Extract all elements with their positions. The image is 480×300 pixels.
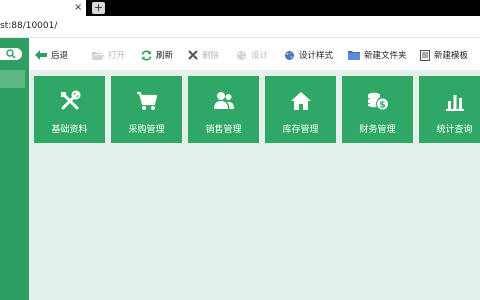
refresh-label: 刷新	[156, 51, 174, 61]
svg-text:$: $	[379, 101, 385, 111]
refresh-icon	[141, 50, 152, 60]
tile-label: 库存管理	[282, 125, 319, 135]
design-label: 设计	[251, 51, 269, 61]
tile-inventory[interactable]: 库存管理	[265, 76, 336, 143]
delete-label: 删除	[202, 51, 220, 61]
template-doc-icon	[420, 49, 430, 61]
toolbar: 后退 打开 刷新 删除 设计 设计样式 新建文件夹 新建模板	[29, 38, 480, 70]
tile-label: 财务管理	[359, 125, 396, 135]
close-tab-icon[interactable]: ×	[74, 1, 82, 15]
open-label: 打开	[108, 51, 126, 61]
delete-x-icon	[188, 50, 198, 60]
sidebar	[0, 38, 29, 300]
new-folder-label: 新建文件夹	[364, 51, 407, 61]
tools-icon	[60, 90, 80, 110]
browser-tab-bar: × +	[0, 0, 480, 16]
new-template-button[interactable]: 新建模板	[420, 48, 468, 62]
tile-basic-data[interactable]: 基础资料	[34, 76, 105, 143]
refresh-button[interactable]: 刷新	[141, 48, 173, 62]
style-palette-icon	[285, 50, 294, 60]
back-label: 后退	[51, 51, 69, 61]
new-template-label: 新建模板	[434, 51, 469, 61]
delete-button[interactable]: 删除	[188, 48, 219, 62]
tile-label: 销售管理	[205, 125, 242, 135]
desktop-content: 基础资料 采购管理 销售管理 库存管理 $ 财务管理 统计查询	[29, 70, 480, 300]
cart-icon	[136, 91, 157, 110]
sidebar-item-selected[interactable]	[0, 70, 25, 88]
new-folder-icon	[348, 51, 360, 60]
url-text[interactable]: st:88/10001/	[0, 21, 57, 31]
tile-finance[interactable]: $ 财务管理	[342, 76, 413, 143]
new-folder-button[interactable]: 新建文件夹	[348, 48, 407, 62]
tile-label: 基础资料	[51, 125, 88, 135]
bar-chart-icon	[445, 95, 464, 111]
home-icon	[290, 92, 311, 110]
search-icon	[6, 49, 16, 59]
design-button[interactable]: 设计	[236, 48, 268, 62]
coins-icon: $	[367, 92, 389, 111]
tile-purchase[interactable]: 采购管理	[111, 76, 182, 143]
back-button[interactable]: 后退	[35, 48, 68, 62]
browser-tab[interactable]: ×	[0, 0, 86, 16]
tile-label: 采购管理	[128, 125, 165, 135]
new-tab-button[interactable]: +	[92, 2, 105, 14]
tile-sales[interactable]: 销售管理	[188, 76, 259, 143]
users-icon	[213, 92, 234, 109]
address-bar[interactable]: st:88/10001/	[0, 16, 480, 38]
design-style-label: 设计样式	[299, 51, 334, 61]
design-palette-icon	[237, 50, 246, 60]
tile-statistics[interactable]: 统计查询	[419, 76, 480, 143]
folder-open-icon	[92, 52, 104, 60]
tile-label: 统计查询	[436, 125, 473, 135]
design-style-button[interactable]: 设计样式	[284, 48, 333, 62]
back-arrow-icon	[35, 50, 47, 60]
open-button[interactable]: 打开	[92, 48, 125, 62]
sidebar-search-button[interactable]	[0, 48, 22, 60]
